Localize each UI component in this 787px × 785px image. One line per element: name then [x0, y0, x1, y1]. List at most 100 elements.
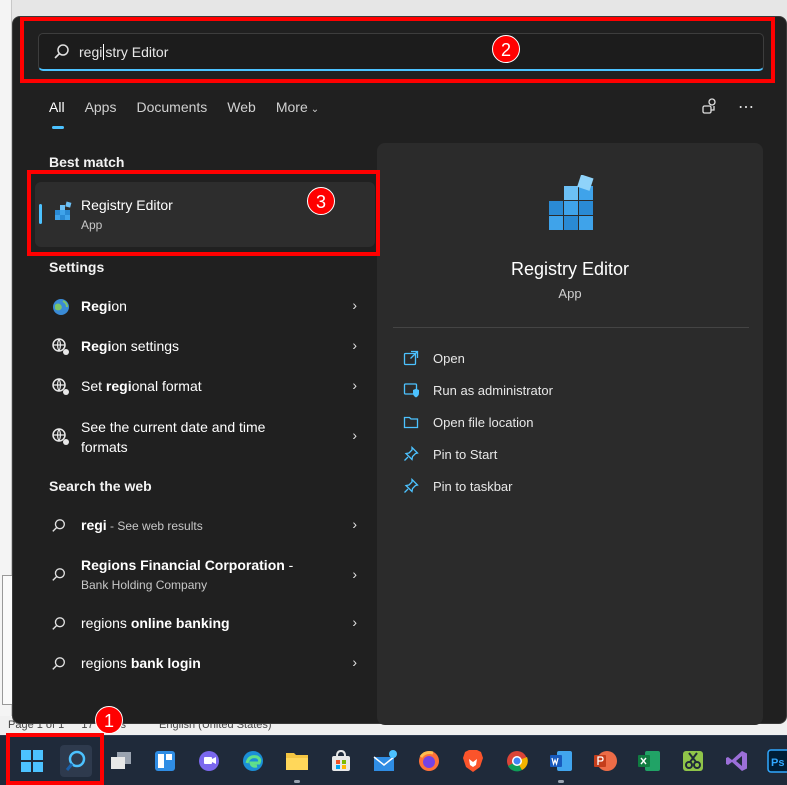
mail-icon — [373, 750, 397, 771]
snipping-tool-button[interactable] — [677, 745, 709, 777]
chevron-right-icon: › — [352, 377, 357, 393]
action-run-as-admin[interactable]: Run as administrator — [403, 380, 653, 402]
chevron-right-icon: › — [352, 427, 357, 443]
chevron-right-icon: › — [352, 566, 357, 582]
region-settings-icon — [52, 338, 69, 355]
folder-icon — [403, 416, 419, 429]
widgets-icon — [155, 751, 175, 771]
action-label: Open file location — [433, 415, 534, 430]
photoshop-icon: Ps — [767, 749, 787, 773]
taskbar: Ps — [0, 735, 787, 785]
firefox-icon — [419, 751, 439, 771]
chevron-right-icon: › — [352, 516, 357, 532]
powerpoint-icon — [594, 751, 617, 771]
settings-item-label: Set regional format — [81, 378, 202, 394]
search-web-heading: Search the web — [49, 478, 152, 494]
settings-item-label: Region — [81, 298, 127, 314]
pin-icon — [404, 446, 419, 461]
annotation-badge-3: 3 — [307, 187, 335, 215]
action-label: Open — [433, 351, 465, 366]
mail-button[interactable] — [369, 745, 401, 777]
action-label: Run as administrator — [433, 383, 553, 398]
search-icon — [52, 657, 65, 670]
chat-icon — [199, 751, 219, 771]
web-result-regions-financial[interactable]: Regions Financial Corporation - Bank Hold… — [35, 553, 365, 599]
tab-documents[interactable]: Documents — [136, 99, 207, 121]
chevron-right-icon: › — [352, 337, 357, 353]
preview-title: Registry Editor — [510, 259, 630, 279]
powerpoint-button[interactable] — [589, 745, 621, 777]
web-result-regi[interactable]: regi - See web results › — [35, 506, 365, 546]
chevron-right-icon: › — [352, 654, 357, 670]
snipping-tool-icon — [683, 751, 703, 771]
more-options-icon[interactable]: ⋯ — [735, 97, 757, 119]
annotation-box-search — [20, 17, 775, 83]
edge-button[interactable] — [237, 745, 269, 777]
search-icon — [52, 519, 65, 532]
annotation-badge-1: 1 — [95, 706, 123, 734]
chevron-down-icon: ⌄ — [310, 104, 320, 115]
preview-pane: Registry Editor App Open Run as administ… — [377, 143, 763, 725]
excel-icon — [638, 751, 660, 771]
settings-heading: Settings — [49, 259, 105, 275]
brave-button[interactable] — [457, 745, 489, 777]
best-match-heading: Best match — [49, 154, 125, 170]
task-view-button[interactable] — [105, 745, 137, 777]
tab-apps[interactable]: Apps — [85, 99, 117, 121]
search-panel: regi stry Editor All Apps Documents Web M… — [12, 16, 787, 725]
regional-format-icon — [52, 378, 69, 395]
chrome-button[interactable] — [501, 745, 533, 777]
annotation-badge-2: 2 — [492, 35, 520, 63]
action-open[interactable]: Open — [403, 348, 653, 370]
action-label: Pin to taskbar — [433, 479, 513, 494]
teams-chat-button[interactable] — [193, 745, 225, 777]
settings-item-date-time-formats[interactable]: See the current date and time formats › — [35, 415, 365, 459]
tab-more[interactable]: More ⌄ — [276, 99, 319, 121]
chevron-right-icon: › — [352, 614, 357, 630]
web-result-online-banking[interactable]: regions online banking › — [35, 604, 365, 644]
web-result-label: regi - See web results — [81, 517, 203, 533]
shield-admin-icon — [403, 383, 419, 398]
visual-studio-icon — [726, 751, 747, 771]
action-open-file-location[interactable]: Open file location — [403, 412, 653, 434]
open-external-icon — [403, 350, 419, 366]
filter-tabs: All Apps Documents Web More ⌄ — [49, 99, 339, 129]
pin-icon — [404, 478, 419, 493]
date-time-icon — [52, 428, 69, 445]
firefox-button[interactable] — [413, 745, 445, 777]
visual-studio-button[interactable] — [721, 745, 753, 777]
annotation-box-taskbar-search — [6, 733, 104, 785]
chrome-icon — [507, 751, 528, 772]
svg-text:Ps: Ps — [771, 757, 784, 769]
settings-item-region[interactable]: Region › — [35, 287, 365, 327]
tab-all[interactable]: All — [49, 99, 65, 129]
divider — [393, 327, 749, 328]
region-globe-icon — [53, 299, 69, 315]
settings-item-label: See the current date and time formats — [81, 419, 266, 455]
task-view-icon — [111, 752, 131, 769]
share-switch-icon[interactable] — [699, 97, 721, 119]
excel-button[interactable] — [633, 745, 665, 777]
store-button[interactable] — [325, 745, 357, 777]
search-icon — [52, 617, 65, 630]
action-pin-to-start[interactable]: Pin to Start — [403, 444, 653, 466]
word-button[interactable] — [545, 745, 577, 783]
web-result-label: regions online banking — [81, 615, 230, 631]
web-result-bank-login[interactable]: regions bank login › — [35, 644, 365, 684]
brave-lion-icon — [463, 750, 483, 772]
store-bag-icon — [332, 749, 350, 771]
chevron-right-icon: › — [352, 297, 357, 313]
edge-browser-icon — [243, 751, 263, 771]
registry-editor-icon — [549, 175, 594, 230]
running-indicator — [294, 780, 300, 783]
tab-web[interactable]: Web — [227, 99, 256, 121]
widgets-button[interactable] — [149, 745, 181, 777]
photoshop-button[interactable]: Ps — [763, 745, 787, 777]
action-label: Pin to Start — [433, 447, 498, 462]
settings-item-regional-format[interactable]: Set regional format › — [35, 367, 365, 407]
search-icon — [52, 568, 65, 581]
file-explorer-button[interactable] — [281, 745, 313, 783]
web-result-label: Regions Financial Corporation - Bank Hold… — [81, 557, 294, 592]
action-pin-to-taskbar[interactable]: Pin to taskbar — [403, 476, 653, 498]
settings-item-region-settings[interactable]: Region settings › — [35, 327, 365, 367]
